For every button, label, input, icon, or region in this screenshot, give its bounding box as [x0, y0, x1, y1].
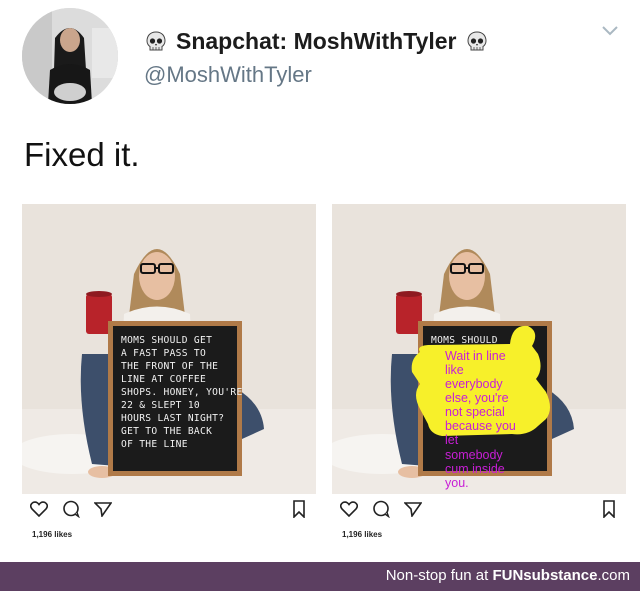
share-icon[interactable]: [404, 501, 422, 517]
footer-prefix: Non-stop fun at: [385, 567, 493, 584]
footer-brand: FUNsubstance: [492, 567, 598, 584]
site-footer-bar: Non-stop fun at FUNsubstance.com: [0, 562, 640, 591]
overlay-text-line: Wait in line: [445, 349, 506, 363]
likes-count[interactable]: 1,196 likes: [342, 530, 382, 539]
sign-line: MOMS SHOULD GET: [121, 335, 212, 346]
comment-icon[interactable]: [372, 500, 390, 518]
post-image-edited[interactable]: MOMS SHOULD Wait in line like everybody …: [332, 204, 626, 494]
post-image-original[interactable]: MOMS SHOULD GET A FAST PASS TO THE FRONT…: [22, 204, 316, 494]
sign-line: OF THE LINE: [121, 439, 188, 450]
bookmark-icon: [293, 500, 305, 519]
footer-watermark[interactable]: Non-stop fun at FUNsubstance.com: [386, 567, 630, 584]
display-name-row[interactable]: Snapchat: MoshWithTyler: [144, 28, 489, 55]
heart-icon[interactable]: [340, 501, 358, 517]
sign-line: 22 & SLEPT 10: [121, 400, 200, 411]
comment-icon[interactable]: [62, 500, 80, 518]
sign-line: GET TO THE BACK: [121, 426, 212, 437]
tweet-menu-button[interactable]: [600, 24, 620, 43]
overlay-text-line: cum inside: [445, 462, 505, 476]
sign-line: SHOPS. HONEY, YOU'RE: [121, 387, 243, 398]
sign-line: HOURS LAST NIGHT?: [121, 413, 224, 424]
overlay-text-line: because you: [445, 419, 516, 433]
overlay-text-line: let: [445, 433, 459, 447]
overlay-text-line: somebody: [445, 448, 503, 462]
sign-line: LINE AT COFFEE: [121, 374, 206, 385]
bookmark-button-left[interactable]: [292, 500, 306, 523]
overlay-text-line: else, you're: [445, 391, 509, 405]
bookmark-icon: [603, 500, 615, 519]
user-handle[interactable]: @MoshWithTyler: [144, 62, 312, 88]
footer-suffix: .com: [597, 567, 630, 584]
overlay-text-line: not special: [445, 405, 505, 419]
chevron-down-icon: [602, 26, 618, 36]
overlay-text-line: you.: [445, 476, 469, 490]
skull-icon: [466, 30, 487, 50]
overlay-text-line: like: [445, 363, 464, 377]
tweet-text: Fixed it.: [24, 136, 140, 173]
likes-count[interactable]: 1,196 likes: [32, 530, 72, 539]
post-actions-right: [340, 500, 422, 518]
bookmark-button-right[interactable]: [602, 500, 616, 523]
post-actions-left: [30, 500, 112, 518]
sign-line: A FAST PASS TO: [121, 348, 206, 359]
avatar[interactable]: [22, 8, 118, 104]
share-icon[interactable]: [94, 501, 112, 517]
skull-icon: [146, 30, 166, 50]
overlay-text-line: everybody: [445, 377, 503, 391]
heart-icon[interactable]: [30, 501, 48, 517]
sign-line: THE FRONT OF THE: [121, 361, 218, 372]
display-name: Snapchat: MoshWithTyler: [176, 28, 457, 54]
tweet-header: Snapchat: MoshWithTyler @MoshWithTyler: [0, 0, 640, 120]
